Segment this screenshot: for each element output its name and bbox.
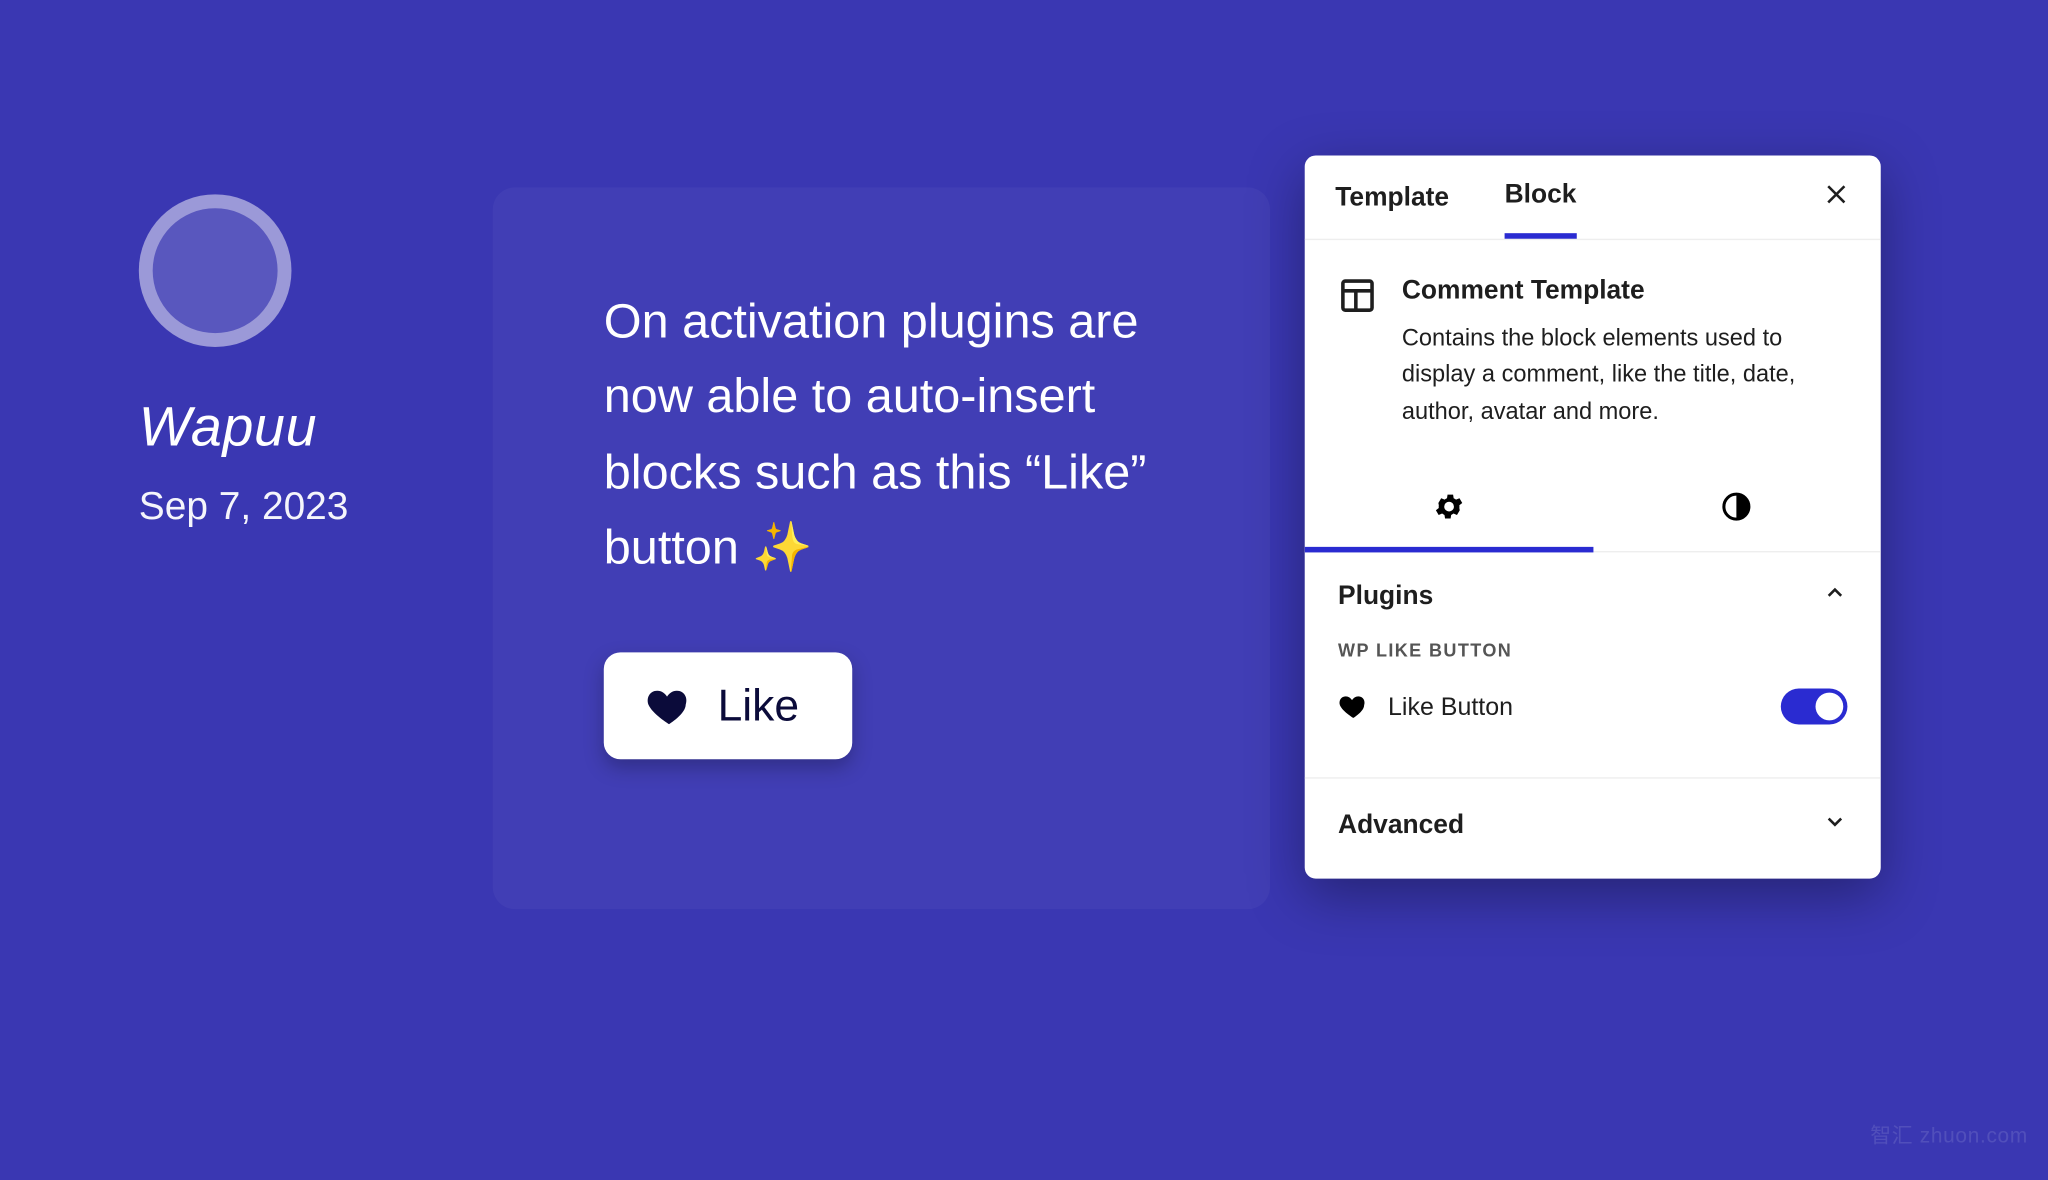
styles-tab[interactable] [1593, 472, 1881, 547]
advanced-section-toggle[interactable]: Advanced [1305, 779, 1881, 879]
avatar [139, 194, 292, 347]
like-button[interactable]: Like [604, 652, 852, 759]
close-icon[interactable] [1822, 180, 1850, 216]
layout-icon [1338, 276, 1377, 430]
gear-icon [1432, 489, 1465, 529]
like-button-plugin-label: Like Button [1388, 692, 1513, 721]
author-date: Sep 7, 2023 [139, 484, 458, 528]
comment-text: On activation plugins are now able to au… [604, 285, 1159, 586]
tab-template[interactable]: Template [1335, 158, 1449, 236]
canvas: Wapuu Sep 7, 2023 On activation plugins … [0, 0, 2047, 1158]
author-name: Wapuu [139, 397, 458, 459]
plugin-group-heading: WP LIKE BUTTON [1305, 640, 1881, 677]
block-header: Comment Template Contains the block elem… [1305, 240, 1881, 444]
like-button-plugin-row: Like Button [1305, 677, 1881, 763]
heart-icon [645, 682, 692, 729]
heart-icon [1338, 691, 1369, 722]
plugins-section-toggle[interactable]: Plugins [1305, 552, 1881, 639]
watermark: 智汇 zhuon.com [1870, 1120, 2028, 1149]
inspector-tabs: Template Block [1305, 155, 1881, 240]
advanced-section-label: Advanced [1338, 811, 1464, 842]
contrast-icon [1720, 489, 1753, 529]
block-inspector-panel: Template Block Comment Template Contains… [1305, 155, 1881, 878]
chevron-up-icon [1822, 580, 1847, 612]
block-title: Comment Template [1402, 276, 1848, 307]
like-button-label: Like [718, 680, 799, 731]
plugins-section-label: Plugins [1338, 581, 1433, 612]
settings-tab[interactable] [1305, 472, 1593, 553]
block-description: Contains the block elements used to disp… [1402, 321, 1848, 431]
like-button-toggle[interactable] [1781, 688, 1848, 724]
chevron-down-icon [1822, 809, 1847, 842]
comment-author: Wapuu Sep 7, 2023 [139, 194, 458, 529]
comment-content-card: On activation plugins are now able to au… [493, 187, 1270, 909]
tab-block[interactable]: Block [1505, 155, 1577, 238]
inspector-subtabs [1305, 472, 1881, 553]
